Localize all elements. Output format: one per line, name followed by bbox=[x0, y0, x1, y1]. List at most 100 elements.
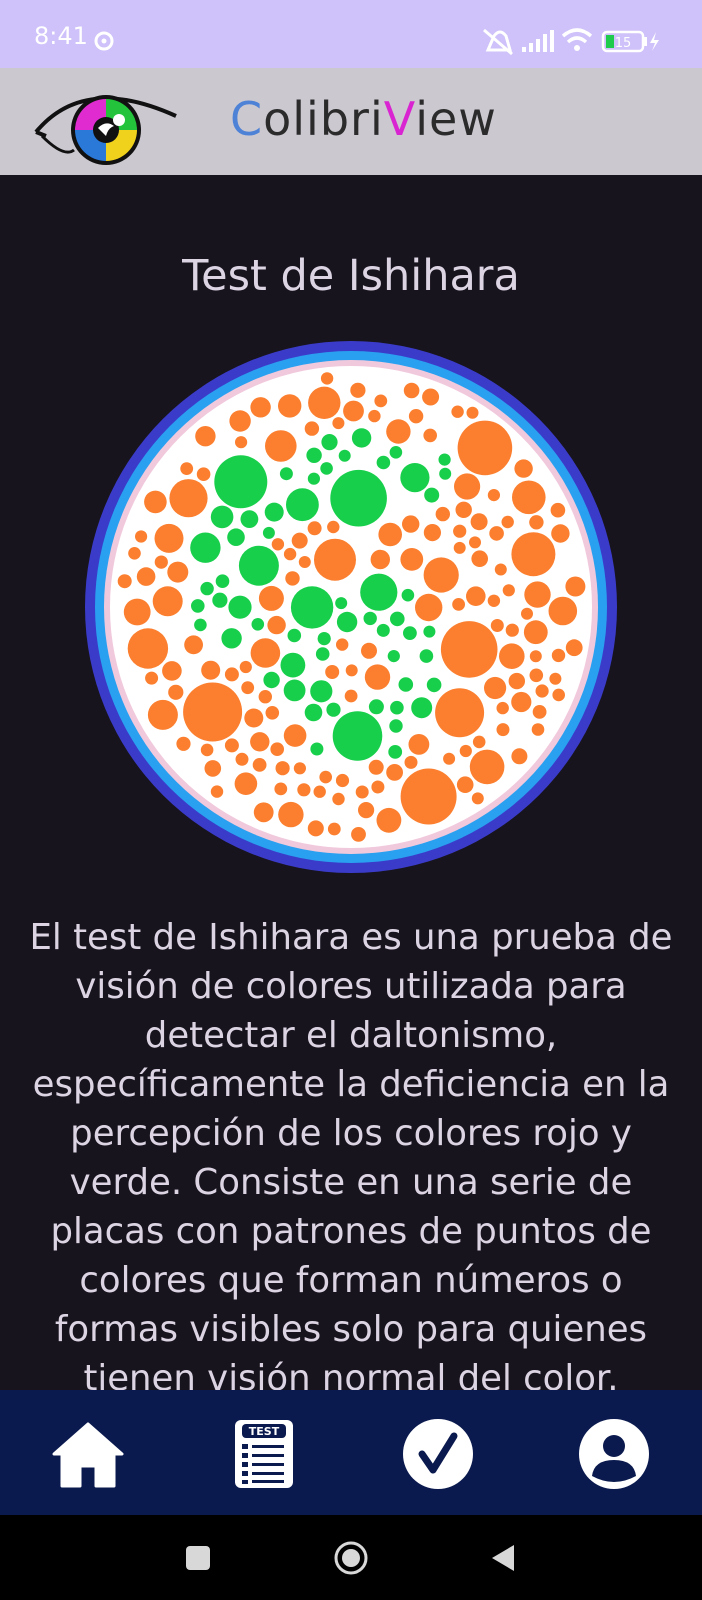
plate-dot bbox=[271, 538, 285, 551]
recents-button[interactable] bbox=[180, 1540, 216, 1576]
plate-dot bbox=[123, 598, 151, 626]
plate-dot bbox=[240, 510, 259, 528]
plate-dot bbox=[215, 574, 230, 588]
plate-dot bbox=[286, 488, 319, 522]
plate-dot bbox=[190, 532, 221, 563]
plate-dot bbox=[549, 672, 562, 685]
plate-dot bbox=[529, 650, 542, 663]
plate-dot bbox=[194, 618, 207, 632]
plate-dot bbox=[314, 538, 356, 581]
system-home-button[interactable] bbox=[333, 1540, 369, 1576]
plate-dot bbox=[451, 405, 464, 418]
plate-dot bbox=[551, 524, 570, 543]
plate-dot bbox=[250, 638, 281, 668]
plate-dot bbox=[489, 526, 504, 541]
plate-dot bbox=[415, 593, 443, 622]
plate-dot bbox=[258, 585, 284, 611]
plate-dot bbox=[308, 386, 341, 419]
plate-dot bbox=[180, 462, 194, 475]
back-icon bbox=[492, 1545, 514, 1571]
plate-dot bbox=[152, 586, 183, 617]
plate-dot bbox=[351, 428, 372, 448]
plate-dot bbox=[338, 449, 351, 462]
plate-dot bbox=[224, 738, 239, 753]
plate-dot bbox=[456, 776, 474, 793]
plate-dot bbox=[404, 755, 418, 769]
plate-dot bbox=[332, 792, 345, 806]
plate-dot bbox=[511, 748, 528, 765]
plate-dot bbox=[253, 802, 274, 823]
plate-dot bbox=[531, 723, 545, 736]
plate-dot bbox=[313, 785, 326, 798]
nav-results-button[interactable] bbox=[402, 1418, 474, 1490]
plate-dot bbox=[274, 782, 288, 796]
plate-dot bbox=[487, 594, 501, 607]
plate-dot bbox=[154, 555, 168, 569]
plate-dot bbox=[320, 372, 334, 385]
plate-dot bbox=[147, 699, 178, 730]
plate-dot bbox=[374, 394, 388, 408]
plate-dot bbox=[512, 480, 546, 515]
plate-dot bbox=[386, 419, 411, 444]
plate-dot bbox=[535, 684, 549, 698]
plate-dot bbox=[210, 785, 224, 798]
signal-icon bbox=[522, 30, 554, 52]
plate-dot bbox=[494, 563, 507, 576]
plate-dot bbox=[251, 618, 265, 631]
plate-dot bbox=[343, 400, 364, 422]
test-list-icon: TEST bbox=[235, 1420, 293, 1488]
plate-dot bbox=[145, 671, 159, 685]
plate-dot bbox=[196, 467, 211, 481]
plate-dot bbox=[144, 490, 167, 514]
plate-dot bbox=[440, 621, 498, 678]
plate-dot bbox=[368, 699, 384, 715]
nav-test-button[interactable]: TEST bbox=[230, 1418, 302, 1490]
plate-dot bbox=[315, 647, 330, 661]
nav-home-button[interactable] bbox=[52, 1418, 124, 1490]
back-button[interactable] bbox=[486, 1540, 522, 1576]
plate-dot bbox=[422, 388, 440, 406]
plate-dot bbox=[136, 567, 156, 586]
plate-dot bbox=[332, 711, 383, 761]
plate-dot bbox=[214, 455, 268, 509]
plate-dot bbox=[387, 650, 400, 663]
plate-dot bbox=[335, 773, 350, 788]
plate-dot bbox=[457, 420, 513, 476]
plate-dot bbox=[327, 520, 340, 534]
app-title: ColibriView bbox=[230, 92, 497, 146]
plate-dot bbox=[345, 664, 358, 677]
plate-dot bbox=[330, 469, 387, 527]
plate-dot bbox=[117, 574, 132, 589]
plate-dot bbox=[376, 455, 391, 470]
plate-dot bbox=[229, 410, 251, 432]
home-circle-icon bbox=[334, 1541, 368, 1575]
plate-dot bbox=[484, 676, 507, 700]
plate-dot bbox=[471, 550, 489, 567]
plate-dot bbox=[508, 672, 525, 690]
plate-dot bbox=[265, 430, 297, 462]
plate-dot bbox=[423, 524, 441, 542]
plate-dot bbox=[184, 635, 203, 655]
plate-dot bbox=[297, 783, 311, 797]
plate-dot bbox=[250, 397, 271, 418]
main-content[interactable]: Test de Ishihara El test de Ishihara es … bbox=[0, 175, 702, 1390]
plate-dot bbox=[265, 706, 280, 720]
plate-dot bbox=[351, 827, 366, 842]
check-icon bbox=[403, 1419, 473, 1489]
plate-dot bbox=[278, 394, 302, 418]
plate-dot bbox=[524, 581, 551, 608]
plate-dot bbox=[310, 742, 324, 756]
plate-dot bbox=[400, 768, 457, 825]
plate-dot bbox=[228, 595, 252, 619]
plate-dot bbox=[386, 764, 403, 781]
plate-dot bbox=[290, 586, 334, 629]
nav-profile-button[interactable] bbox=[578, 1418, 650, 1490]
plate-dot bbox=[398, 677, 414, 692]
plate-dot bbox=[401, 588, 415, 602]
plate-dot bbox=[283, 724, 307, 747]
plate-dot bbox=[470, 513, 488, 531]
plate-dot bbox=[514, 459, 533, 478]
plate-dot bbox=[423, 428, 438, 443]
charging-icon bbox=[650, 32, 659, 51]
battery-icon: 15 bbox=[601, 30, 659, 53]
